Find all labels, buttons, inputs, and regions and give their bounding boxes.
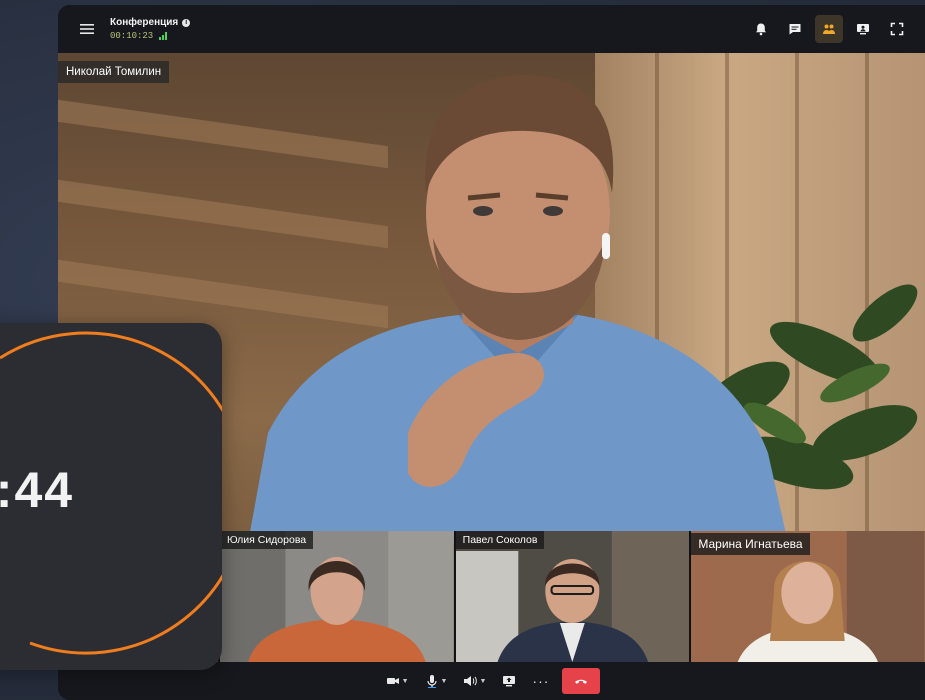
speaker-image — [248, 74, 788, 543]
timer-widget: 6:44 — [0, 323, 222, 670]
fullscreen-button[interactable] — [883, 15, 911, 43]
share-screen-button[interactable] — [499, 668, 519, 694]
speaker-icon — [464, 676, 478, 686]
hang-up-button[interactable] — [562, 668, 601, 694]
microphone-icon — [426, 675, 437, 688]
camera-icon — [386, 678, 399, 684]
speaker-volume-button[interactable]: ▼ — [460, 668, 489, 694]
chevron-down-icon[interactable]: ▼ — [441, 678, 448, 685]
hamburger-icon — [80, 24, 94, 34]
top-toolbar — [747, 15, 911, 43]
participants-button[interactable] — [815, 15, 843, 43]
elapsed-time: 00:10:23 — [110, 31, 154, 41]
bell-icon — [756, 23, 766, 36]
screen-share-icon — [857, 24, 869, 35]
notifications-button[interactable] — [747, 15, 775, 43]
screen-share-button[interactable] — [849, 15, 877, 43]
conference-info: Конференция i 00:10:23 — [110, 17, 191, 41]
signal-strength-icon — [159, 32, 168, 40]
info-icon[interactable]: i — [182, 18, 191, 27]
more-icon: ··· — [532, 673, 550, 689]
top-bar: Конференция i 00:10:23 — [58, 5, 925, 53]
share-screen-icon — [503, 676, 516, 687]
participant-image — [455, 531, 690, 662]
participant-name: Павел Соколов — [455, 531, 545, 549]
menu-button[interactable] — [68, 5, 106, 53]
participant-tile[interactable]: Юлия Сидорова — [218, 531, 454, 662]
chat-icon — [789, 24, 801, 35]
chat-button[interactable] — [781, 15, 809, 43]
participant-tile[interactable]: Павел Соколов — [453, 531, 690, 662]
chevron-down-icon[interactable]: ▼ — [479, 678, 486, 685]
participant-name: Марина Игнатьева — [691, 533, 810, 555]
conference-title: Конференция — [110, 17, 179, 28]
microphone-button[interactable]: ▼ — [422, 668, 451, 694]
fullscreen-icon — [890, 22, 904, 36]
hang-up-icon — [575, 679, 588, 684]
camera-button[interactable]: ▼ — [383, 668, 412, 694]
participant-thumbnails: Юлия Сидорова Павел Соколов Марина Игнат… — [218, 531, 925, 662]
participant-tile[interactable]: Марина Игнатьева — [689, 531, 925, 662]
participant-image — [220, 531, 454, 662]
timer-display: 6:44 — [0, 462, 75, 518]
more-options-button[interactable]: ··· — [529, 668, 552, 694]
participant-name: Юлия Сидорова — [220, 531, 314, 549]
main-speaker-name: Николай Томилин — [58, 61, 170, 83]
participants-icon — [823, 24, 835, 34]
chevron-down-icon[interactable]: ▼ — [402, 678, 409, 685]
